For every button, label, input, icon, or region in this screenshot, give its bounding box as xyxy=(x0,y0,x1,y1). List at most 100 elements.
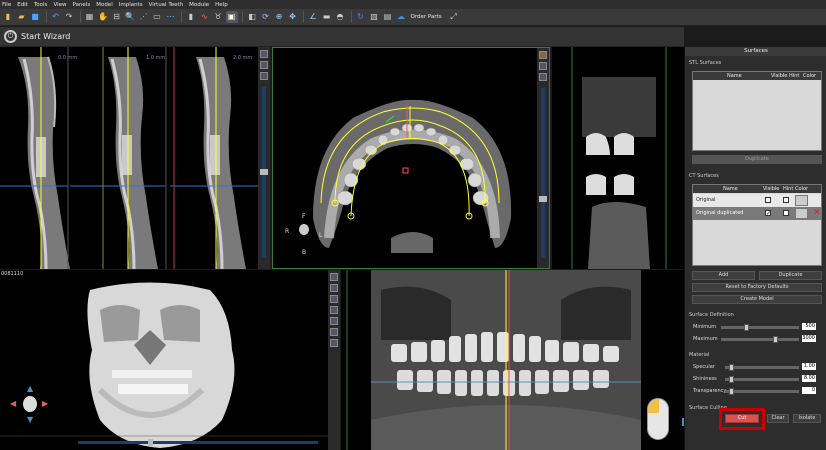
order-parts-label[interactable]: Order Parts xyxy=(411,14,442,20)
view-option-icon[interactable] xyxy=(260,72,268,80)
move-icon[interactable]: ✥ xyxy=(287,11,299,23)
start-wizard-button[interactable]: Start Wizard xyxy=(21,32,70,41)
ct-duplicate-button[interactable]: Duplicate xyxy=(759,271,822,280)
cut-button[interactable]: Cut xyxy=(725,414,759,423)
surface-icon[interactable]: ▣ xyxy=(225,11,238,23)
shininess-slider[interactable] xyxy=(725,376,799,383)
coronal-view[interactable] xyxy=(552,47,684,269)
menu-module[interactable]: Module xyxy=(189,2,209,8)
menu-implants[interactable]: Implants xyxy=(119,2,143,8)
slider-thumb[interactable] xyxy=(744,324,749,331)
delete-icon[interactable]: ✕ xyxy=(813,208,821,218)
view-option-icon[interactable] xyxy=(330,317,338,325)
layers-icon[interactable]: ▤ xyxy=(382,11,394,23)
view-option-icon[interactable] xyxy=(330,328,338,336)
menu-view[interactable]: View xyxy=(53,2,66,8)
isolate-button[interactable]: Isolate xyxy=(793,414,821,423)
angle-icon[interactable]: ∠ xyxy=(307,11,319,23)
menu-edit[interactable]: Edit xyxy=(17,2,28,8)
transparency-value[interactable]: 0 xyxy=(802,387,816,394)
menu-virtual-teeth[interactable]: Virtual Teeth xyxy=(149,2,184,8)
redo-icon[interactable]: ↷ xyxy=(63,11,75,23)
view-option-icon[interactable] xyxy=(330,339,338,347)
ct-add-button[interactable]: Add xyxy=(692,271,755,280)
zoom-icon[interactable]: 🔍 xyxy=(124,11,136,23)
transparency-slider[interactable] xyxy=(725,388,799,395)
fullscreen-icon[interactable]: ⤢ xyxy=(448,11,460,23)
open-folder-icon[interactable]: ▰ xyxy=(16,11,28,23)
ct-surfaces-table[interactable]: Name Visible Hint Color Original Origina… xyxy=(692,184,822,266)
maximum-value[interactable]: 3000 xyxy=(802,335,816,342)
minimum-slider[interactable] xyxy=(721,324,799,331)
slider-thumb[interactable] xyxy=(729,388,734,395)
order-parts-icon[interactable]: ☁ xyxy=(395,11,407,23)
nerve-icon[interactable]: ⋯ xyxy=(165,11,177,23)
cross-section-view[interactable]: 0.0 mm 1.0 mm 2.0 mm xyxy=(0,47,270,269)
panorama-icon[interactable]: ▭ xyxy=(151,11,163,23)
3d-orientation-widget[interactable]: ▲ ▼ ◀ ▶ xyxy=(10,384,50,424)
axial-slider[interactable] xyxy=(539,88,547,258)
menu-file[interactable]: File xyxy=(2,2,11,8)
ruler-icon[interactable]: ▬ xyxy=(321,11,333,23)
stl-duplicate-button[interactable]: Duplicate xyxy=(692,155,822,164)
power-icon[interactable]: ⏻ xyxy=(4,30,17,43)
contrast-icon[interactable]: ◧ xyxy=(246,11,258,23)
new-file-icon[interactable]: ▮ xyxy=(2,11,14,23)
specular-value[interactable]: 1.00 xyxy=(802,363,816,370)
tooth-icon[interactable]: ♉ xyxy=(212,11,224,23)
slider-thumb[interactable] xyxy=(729,376,734,383)
menu-help[interactable]: Help xyxy=(215,2,228,8)
screenshot-icon[interactable]: ▧ xyxy=(368,11,380,23)
rotate-icon[interactable]: ⟳ xyxy=(260,11,272,23)
slider-thumb[interactable] xyxy=(539,196,547,202)
slider-thumb[interactable] xyxy=(260,169,268,175)
arrow-right-icon[interactable]: ▶ xyxy=(42,399,48,408)
save-icon[interactable]: ■ xyxy=(29,11,41,23)
slider-thumb[interactable] xyxy=(148,439,153,446)
menu-model[interactable]: Model xyxy=(96,2,113,8)
view-option-icon[interactable] xyxy=(330,273,338,281)
arrow-down-icon[interactable]: ▼ xyxy=(27,415,33,424)
hint-checkbox[interactable] xyxy=(783,210,789,216)
menu-tools[interactable]: Tools xyxy=(34,2,48,8)
view-option-icon[interactable] xyxy=(330,306,338,314)
table-row[interactable]: Original duplicated ✓ xyxy=(693,207,821,220)
slider-thumb[interactable] xyxy=(729,364,734,371)
cross-section-slider[interactable] xyxy=(260,87,268,257)
points-icon[interactable]: ⋰ xyxy=(138,11,150,23)
measure-icon[interactable]: ⊟ xyxy=(111,11,123,23)
undo-icon[interactable]: ↶ xyxy=(50,11,62,23)
3d-view[interactable]: 0081110 ▲ ▼ ◀ ▶ xyxy=(0,270,340,450)
view-option-icon[interactable] xyxy=(539,73,547,81)
shininess-value[interactable]: 8.00 xyxy=(802,375,816,382)
view-option-icon[interactable] xyxy=(260,50,268,58)
panoramic-view[interactable] xyxy=(341,270,684,450)
minimum-value[interactable]: 500 xyxy=(802,323,816,330)
pan-icon[interactable]: ✋ xyxy=(97,11,109,23)
view-option-icon[interactable] xyxy=(330,284,338,292)
maximum-slider[interactable] xyxy=(721,336,799,343)
table-row[interactable]: Original xyxy=(693,194,821,207)
3d-view-slider[interactable] xyxy=(78,439,318,446)
implant-icon[interactable]: ▮ xyxy=(185,11,197,23)
specular-slider[interactable] xyxy=(725,364,799,371)
color-swatch[interactable] xyxy=(795,195,808,206)
curve-icon[interactable]: ∿ xyxy=(199,11,211,23)
slider-thumb[interactable] xyxy=(773,336,778,343)
visible-checkbox[interactable] xyxy=(765,197,771,203)
layout-icon[interactable]: ▦ xyxy=(84,11,96,23)
view-option-icon[interactable] xyxy=(330,295,338,303)
arrow-up-icon[interactable]: ▲ xyxy=(27,384,33,393)
arrow-left-icon[interactable]: ◀ xyxy=(10,399,16,408)
reset-icon[interactable]: ↻ xyxy=(355,11,367,23)
view-option-icon[interactable] xyxy=(539,62,547,70)
menu-panels[interactable]: Panels xyxy=(73,2,91,8)
stl-surfaces-table[interactable]: Name Visible Hint Color xyxy=(692,71,822,151)
view-option-icon[interactable] xyxy=(539,51,547,59)
color-swatch[interactable] xyxy=(795,208,808,219)
create-model-button[interactable]: Create Model xyxy=(692,295,822,304)
clear-button[interactable]: Clear xyxy=(767,414,789,423)
axial-view[interactable]: F R L B xyxy=(272,47,550,269)
zoom-view-icon[interactable]: ⊕ xyxy=(273,11,285,23)
visible-checkbox[interactable]: ✓ xyxy=(765,210,771,217)
